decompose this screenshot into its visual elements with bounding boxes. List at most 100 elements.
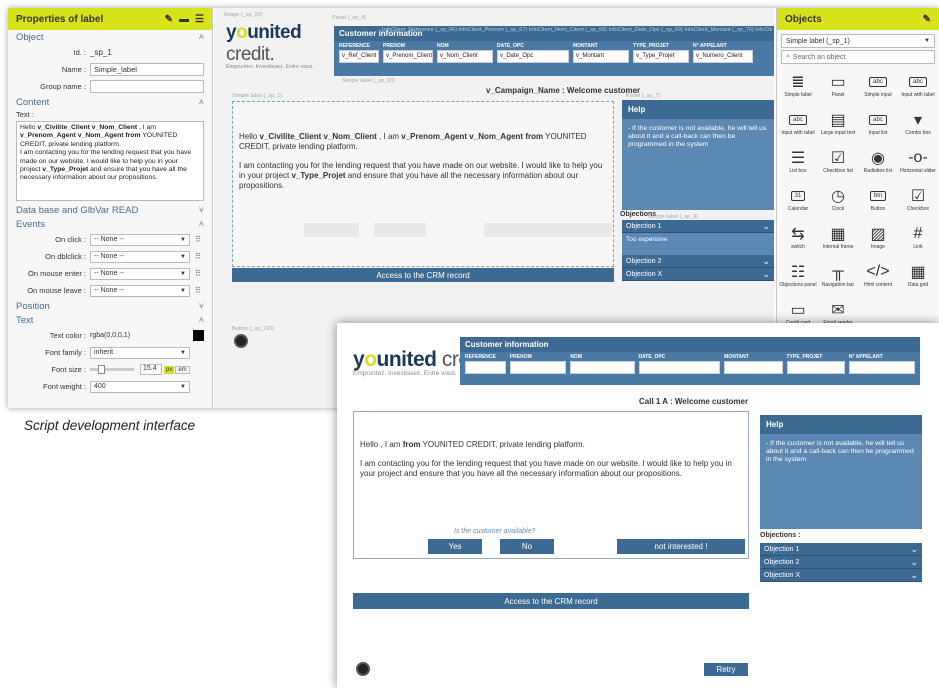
power-icon[interactable] — [234, 334, 248, 348]
objection-item[interactable]: Objection 2 ⌄ — [760, 556, 922, 569]
no-button[interactable]: No — [500, 539, 554, 554]
script-text-label[interactable]: Hello v_Civilite_Client v_Nom_Client , I… — [232, 101, 614, 267]
event-select[interactable]: -- None -- ▼ — [90, 233, 190, 246]
object-palette-item[interactable]: ⇆ switch — [779, 224, 817, 260]
object-palette-item[interactable]: ▦ Internal frame — [819, 224, 857, 260]
drag-handle-icon[interactable]: ⠿ — [195, 235, 201, 244]
objection-label: Objection 2 — [764, 558, 800, 566]
section-events[interactable]: Events ˄ — [8, 217, 212, 231]
section-content[interactable]: Content ˄ — [8, 95, 212, 109]
pin-icon[interactable]: ✎ — [165, 14, 173, 25]
retry-button[interactable]: Retry — [704, 663, 748, 676]
event-select[interactable]: -- None -- ▼ — [90, 250, 190, 263]
object-palette-item[interactable]: abc Input with label — [779, 110, 817, 146]
object-palette-item[interactable]: ☷ Objections panel — [779, 262, 817, 298]
id-label: Id. : — [73, 48, 86, 57]
object-palette-item[interactable]: ◉ Radiobox list — [859, 148, 897, 184]
name-label: Name : — [61, 65, 86, 74]
object-palette-item[interactable]: btn Button — [859, 186, 897, 222]
object-palette-item[interactable]: ▭ Panel — [819, 72, 857, 108]
unit-em-button[interactable]: em — [175, 365, 190, 374]
customer-field-input[interactable]: v_Type_Projet — [633, 50, 689, 63]
customer-field-input[interactable]: v_Date_Opc — [497, 50, 569, 63]
minimize-icon[interactable]: ▬ — [179, 14, 189, 25]
objection-item[interactable]: Objection 1 ⌄ — [622, 220, 774, 233]
content-textarea[interactable]: Hello v_Civilite_Client v_Nom_Client , I… — [16, 121, 204, 201]
help-panel[interactable]: Help - If the customer is not available,… — [622, 100, 774, 210]
event-select[interactable]: -- None -- ▼ — [90, 267, 190, 280]
object-palette-item[interactable]: ◷ Clock — [819, 186, 857, 222]
customer-field-input[interactable] — [509, 361, 567, 374]
customer-field-input[interactable] — [638, 361, 721, 374]
object-name: Data grid — [907, 282, 929, 288]
font-family-select[interactable]: inherit ▼ — [90, 346, 190, 359]
customer-field-input[interactable]: v_Numero_Client — [693, 50, 753, 63]
drag-handle-icon[interactable]: ⠿ — [195, 286, 201, 295]
section-object[interactable]: Object ˄ — [8, 30, 212, 44]
objection-item[interactable]: Objection X ⌄ — [760, 569, 922, 582]
customer-field-input[interactable] — [848, 361, 915, 374]
object-palette-item[interactable]: ▾ Combo box — [899, 110, 937, 146]
field-labels-overlay: InfoClient_Reference (_sp_66) InfoClient… — [382, 27, 772, 33]
font-size-input[interactable]: 15.4 — [140, 364, 162, 375]
customer-field-input[interactable] — [570, 361, 635, 374]
search-placeholder: Search an object — [792, 53, 846, 61]
section-text[interactable]: Text ˄ — [8, 313, 212, 327]
unit-px-button[interactable]: px — [164, 365, 175, 374]
object-name: Simple label — [784, 92, 812, 98]
object-palette-item[interactable]: ☑ Checkbox list — [819, 148, 857, 184]
pin-icon[interactable]: ✎ — [923, 14, 931, 25]
object-palette-item[interactable]: ▤ Large input text — [819, 110, 857, 146]
customer-field-input[interactable]: v_Ref_Client — [339, 50, 379, 63]
object-select[interactable]: Simple label (_sp_1) ▼ — [781, 34, 935, 48]
object-palette-item[interactable]: abc Simple input — [859, 72, 897, 108]
object-name: Simple input — [864, 92, 892, 98]
object-search-input[interactable]: ⌕ Search an object — [781, 50, 935, 64]
not-interested-button[interactable]: not interested ! — [617, 539, 745, 554]
customer-info-panel[interactable]: Customer information REFERENCE PRENOM NOM D… — [334, 26, 774, 76]
event-select[interactable]: -- None -- ▼ — [90, 284, 190, 297]
object-palette-item[interactable]: </> Html content — [859, 262, 897, 298]
object-palette-item[interactable]: abc Input list — [859, 110, 897, 146]
section-database[interactable]: Data base and GlbVar READ ˅ — [8, 203, 212, 217]
font-size-label: Font size : — [51, 365, 86, 374]
font-size-slider[interactable] — [90, 365, 134, 374]
drag-handle-icon[interactable]: ⠿ — [195, 269, 201, 278]
object-palette-item[interactable]: ☑ Checkbox — [899, 186, 937, 222]
yes-button[interactable]: Yes — [428, 539, 482, 554]
object-palette-item[interactable]: ╥ Navigation bar — [819, 262, 857, 298]
crm-record-button[interactable]: Access to the CRM record — [232, 268, 614, 282]
list-icon[interactable]: ☰ — [195, 14, 204, 25]
customer-field-input[interactable] — [786, 361, 845, 374]
color-swatch[interactable] — [193, 330, 204, 341]
customer-field-input[interactable]: v_Montant — [573, 50, 629, 63]
name-input[interactable]: Simple_label — [90, 63, 204, 76]
help-title: Help — [622, 100, 774, 119]
object-palette-item[interactable]: ≣ Simple label — [779, 72, 817, 108]
customer-field-input[interactable] — [465, 361, 506, 374]
figure-caption: Script development interface — [24, 418, 196, 433]
drag-handle-icon[interactable]: ⠿ — [195, 252, 201, 261]
object-palette-item[interactable]: -o- Horizontal slider — [899, 148, 937, 184]
power-icon[interactable] — [356, 662, 370, 676]
object-palette-item[interactable]: abc Input with label — [899, 72, 937, 108]
campaign-title[interactable]: v_Campaign_Name : Welcome customer — [486, 86, 640, 95]
object-palette-item[interactable]: ▨ Image — [859, 224, 897, 260]
crm-record-button[interactable]: Access to the CRM record — [353, 593, 749, 609]
objection-item[interactable]: Objection 1 ⌄ — [760, 543, 922, 556]
customer-field-input[interactable] — [724, 361, 783, 374]
object-palette-item[interactable]: # Link — [899, 224, 937, 260]
object-palette-item[interactable]: ☰ List box — [779, 148, 817, 184]
objection-item[interactable]: Objection X ⌄ — [622, 268, 774, 281]
event-row: On click : -- None -- ▼ ⠿ — [8, 231, 212, 248]
object-palette-item[interactable]: 31 Calendar — [779, 186, 817, 222]
younited-logo[interactable]: younited credit. Empruntez. Investissez.… — [226, 22, 326, 70]
object-icon: ◷ — [831, 186, 845, 206]
section-position[interactable]: Position ˅ — [8, 299, 212, 313]
customer-field-input[interactable]: v_Prenom_Client — [383, 50, 433, 63]
object-palette-item[interactable]: ▦ Data grid — [899, 262, 937, 298]
objection-item[interactable]: Objection 2 ⌄ — [622, 255, 774, 268]
group-name-input[interactable] — [90, 80, 204, 93]
font-weight-select[interactable]: 400 ▼ — [90, 380, 190, 393]
customer-field-input[interactable]: v_Nom_Client — [437, 50, 493, 63]
